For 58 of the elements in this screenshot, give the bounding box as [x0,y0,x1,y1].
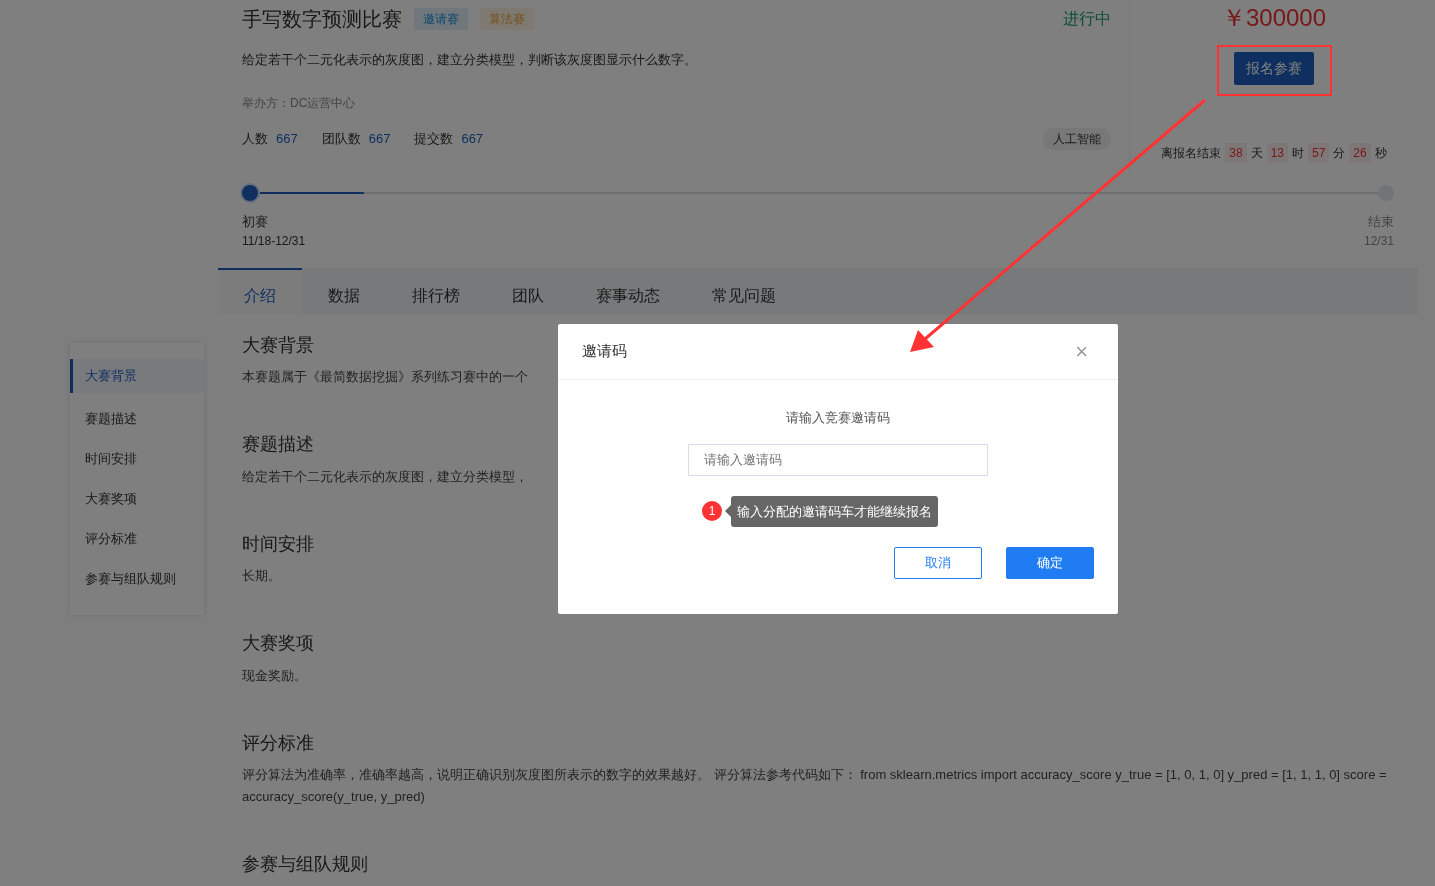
hint-tooltip: 输入分配的邀请码车才能继续报名 [725,495,938,527]
type-tag: 邀请赛 [414,8,468,30]
section-heading: 时间安排 [242,533,314,556]
stage-date: 11/18-12/31 [242,232,306,250]
stage-name: 结束 [1367,213,1394,231]
step-badge: 1 [702,501,722,522]
description-text: 给定若干个二元化表示的灰度图，建立分类模型，判断该灰度图显示什么数字。 [242,51,698,69]
competition-title: 手写数字预测比赛 [242,7,402,32]
stat-label: 提交数 [414,129,454,148]
stat-label: 人数 [242,129,268,148]
type-tag: 算法赛 [480,8,534,30]
prompt-text: 请输入竞赛邀请码 [786,409,890,427]
countdown-value: 13 [1266,143,1288,163]
tab[interactable]: 常见问题 [686,267,802,315]
countdown-unit: 时 [1292,145,1304,162]
countdown-value: 57 [1308,143,1330,163]
sidebar-item[interactable]: 大赛背景 [70,359,204,393]
sidebar-item[interactable]: 参赛与组队规则 [70,559,204,599]
tab[interactable]: 介绍 [218,267,302,315]
tab[interactable]: 团队 [486,267,570,315]
sidebar-item[interactable]: 赛题描述 [70,399,204,439]
stat-label: 团队数 [321,129,361,148]
tab[interactable]: 数据 [302,267,386,315]
section-text: 评分算法为准确率，准确率越高，说明正确识别灰度图所表示的数字的效果越好。 评分算法参考代码如下： from sklearn.metrics import accuracy_score y_true = [1, 0, 1, 0] y_pred = [1, 1, 1, 0] score = accuracy_score(y_true, y_pred) [242,766,1388,807]
countdown-label: 离报名结束 [1161,145,1222,162]
countdown-unit: 天 [1250,145,1263,162]
section-text: 现金奖励。 [242,666,308,685]
close-button[interactable]: × [1069,339,1094,364]
section-heading: 参赛与组队规则 [242,854,368,877]
signup-button[interactable]: 报名参赛 [1234,52,1314,85]
sidebar-item[interactable]: 评分标准 [70,519,204,559]
section-text: 长期。 [242,567,282,586]
section-heading: 大赛背景 [242,334,314,357]
tab[interactable]: 排行榜 [386,267,486,315]
stat-value: 667 [368,129,391,148]
cancel-button[interactable]: 取消 [894,547,982,579]
stage-date: 12/31 [1363,232,1394,250]
countdown-unit: 分 [1333,145,1346,162]
countdown-unit: 秒 [1374,145,1387,162]
stat-value: 667 [461,129,484,148]
section-text: 给定若干个二元化表示的灰度图，建立分类模型， [242,467,529,486]
countdown-value: 38 [1225,143,1247,163]
section-heading: 大赛奖项 [242,633,314,655]
stage-dot [242,185,258,201]
prize-amount: ￥300000 [1221,3,1327,33]
countdown-value: 26 [1349,143,1371,163]
stat-value: 667 [276,129,298,148]
section-heading: 评分标准 [242,732,314,755]
category-tag: 人工智能 [1043,127,1111,150]
confirm-button[interactable]: 确定 [1006,547,1094,579]
dialog-title: 邀请码 [582,341,627,362]
sidebar-item[interactable]: 大赛奖项 [70,479,204,519]
stage-name: 初赛 [242,213,269,231]
status-label: 进行中 [1063,9,1111,29]
section-heading: 赛题描述 [242,434,314,456]
tab[interactable]: 赛事动态 [570,267,686,315]
sidebar-item[interactable]: 时间安排 [70,439,204,479]
invite-code-field[interactable]: 请输入邀请码 [688,443,988,476]
